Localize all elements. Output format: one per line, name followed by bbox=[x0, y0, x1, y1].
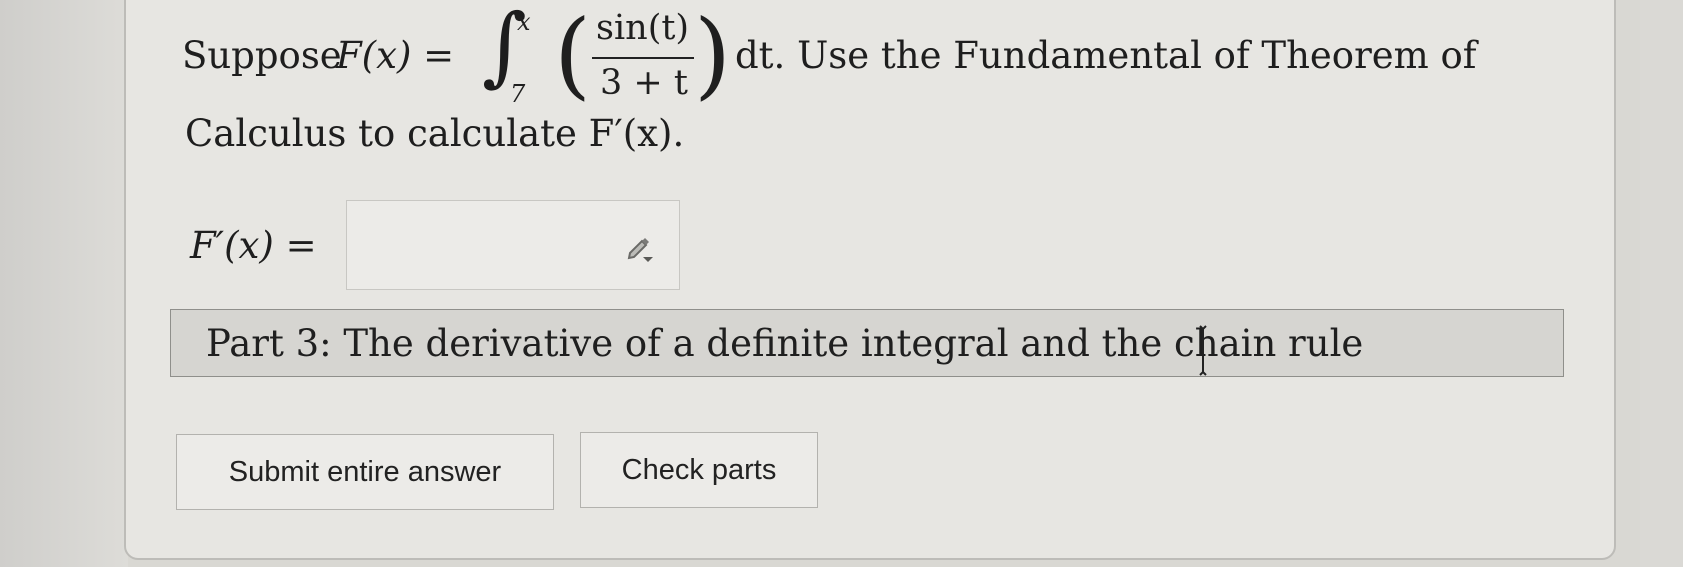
check-parts-button[interactable]: Check parts bbox=[580, 432, 818, 508]
question-line-1-suffix: dt. Use the Fundamental of Theorem of bbox=[735, 34, 1477, 77]
fraction-bar bbox=[592, 57, 694, 59]
part-3-title: Part 3: The derivative of a definite int… bbox=[206, 322, 1364, 365]
pencil-icon[interactable] bbox=[622, 230, 656, 264]
fraction-numerator: sin(t) bbox=[596, 8, 690, 48]
question-line-1-prefix: Suppose bbox=[182, 34, 342, 77]
background-right-strip bbox=[1640, 0, 1683, 567]
left-parenthesis: ( bbox=[554, 0, 592, 110]
background-left-strip bbox=[0, 0, 128, 567]
function-name: F(x) = bbox=[336, 34, 455, 77]
fraction-denominator: 3 + t bbox=[600, 63, 688, 103]
integral-lower-limit: 7 bbox=[510, 80, 526, 108]
integral-upper-limit: x bbox=[517, 8, 531, 36]
text-cursor-icon bbox=[1199, 325, 1207, 376]
question-line-2: Calculus to calculate F′(x). bbox=[185, 112, 685, 155]
submit-entire-answer-button[interactable]: Submit entire answer bbox=[176, 434, 554, 510]
answer-label: F′(x) = bbox=[190, 224, 317, 267]
right-parenthesis: ) bbox=[694, 0, 732, 110]
